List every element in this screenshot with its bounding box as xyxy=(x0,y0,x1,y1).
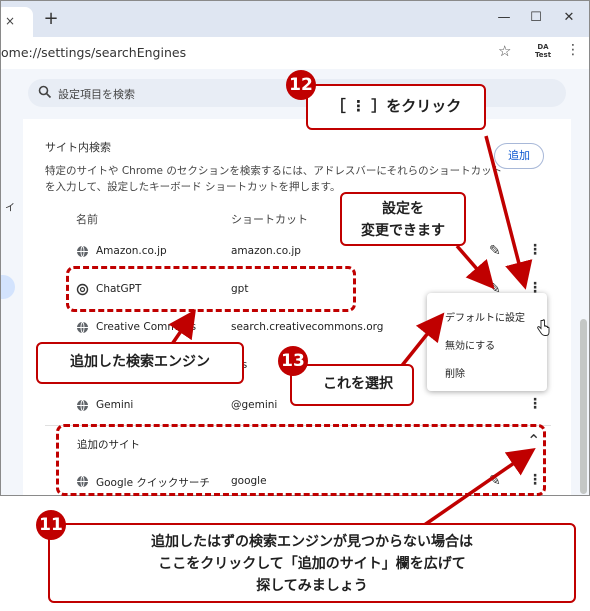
callout-edit-line1: 設定を xyxy=(382,201,424,217)
callout-added-engine: 追加した検索エンジン xyxy=(36,342,244,384)
step-11-badge: 11 xyxy=(36,510,66,540)
callout-edit-line2: 変更できます xyxy=(361,223,445,239)
callout-13-text: これを選択 xyxy=(323,376,393,392)
callout-step-12: ［ ⋮ ］をクリック xyxy=(306,84,486,130)
step-12-badge: 12 xyxy=(286,70,316,100)
callout-added-engine-text: 追加した検索エンジン xyxy=(70,354,210,370)
callout-edit-note: 設定を 変更できます xyxy=(340,192,466,246)
step-13-badge: 13 xyxy=(278,346,308,376)
callout-11-line1: 追加したはずの検索エンジンが見つからない場合は xyxy=(151,534,473,550)
callout-step-11: 追加したはずの検索エンジンが見つからない場合は ここをクリックして「追加のサイト… xyxy=(48,523,576,603)
callout-11-line3: 探してみましょう xyxy=(256,578,368,594)
callout-11-line2: ここをクリックして「追加のサイト」欄を広げて xyxy=(158,556,466,572)
callout-step-13: これを選択 xyxy=(290,364,414,406)
callout-12-text: ［ ⋮ ］をクリック xyxy=(330,97,462,115)
